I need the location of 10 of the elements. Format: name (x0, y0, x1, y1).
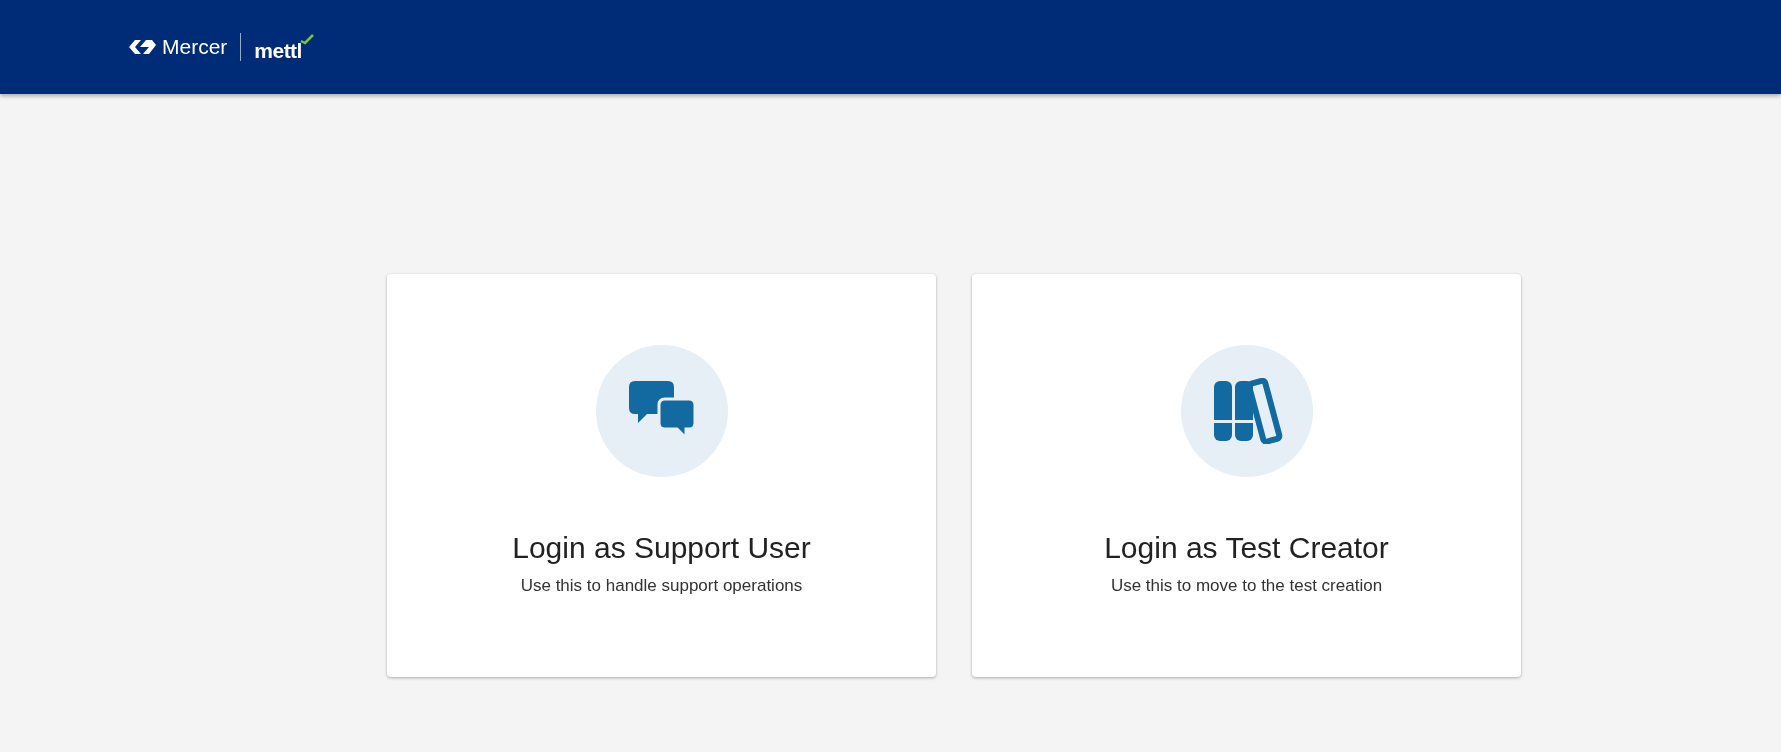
chart-check-icon (299, 33, 314, 47)
logo-icon (127, 38, 157, 56)
card-subtitle: Use this to handle support operations (520, 574, 803, 597)
login-option-card[interactable]: Login as Support User Use this to handle support operations (387, 274, 936, 677)
login-option-card[interactable]: Login as Test Creator Use this to move to the test creation (972, 274, 1521, 677)
product-name: mettl (254, 40, 302, 61)
card-subtitle: Use this to move to the test creation (1110, 574, 1383, 597)
card-title: Login as Test Creator (1104, 530, 1389, 566)
brand-name: Mercer (162, 34, 228, 61)
card-title: Login as Support User (512, 530, 811, 566)
